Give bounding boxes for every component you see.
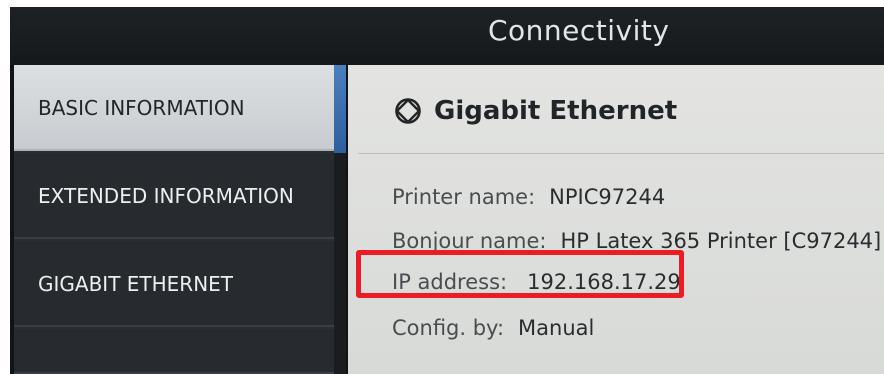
sidebar: BASIC INFORMATION EXTENDED INFORMATION G… [14,65,346,374]
sidebar-scroll-track [334,153,346,374]
globe-icon [395,98,421,124]
printer-name-row: Printer name: NPIC97244 [392,185,665,209]
printer-name-value: NPIC97244 [549,185,666,209]
sidebar-item-empty [14,329,334,374]
sidebar-item-extended-information[interactable]: EXTENDED INFORMATION [14,153,334,239]
config-by-row: Config. by: Manual [392,316,594,340]
sidebar-item-gigabit-ethernet[interactable]: GIGABIT ETHERNET [14,241,334,327]
bonjour-name-label: Bonjour name: [392,229,547,253]
sidebar-item-basic-information[interactable]: BASIC INFORMATION [14,65,334,151]
section-header: Gigabit Ethernet [394,91,677,131]
ip-address-value: 192.168.17.29 [527,270,681,294]
printer-name-label: Printer name: [392,185,536,209]
section-divider [358,153,884,154]
title-bar: Connectivity [10,7,884,65]
printer-display: Connectivity BASIC INFORMATION EXTENDED … [10,7,884,374]
config-by-label: Config. by: [392,316,505,340]
bonjour-name-row: Bonjour name: HP Latex 365 Printer [C9724… [392,229,881,253]
ip-address-row: IP address: 192.168.17.29 [392,270,681,294]
sidebar-selection-indicator [334,65,346,153]
content-panel: Gigabit Ethernet Printer name: NPIC97244 … [348,65,884,374]
page-title: Connectivity [488,14,670,47]
bonjour-name-value: HP Latex 365 Printer [C97244] [560,229,882,253]
photo-frame: Connectivity BASIC INFORMATION EXTENDED … [0,0,884,374]
config-by-value: Manual [518,316,595,340]
ip-address-label: IP address: [392,270,508,294]
section-title: Gigabit Ethernet [434,96,678,126]
